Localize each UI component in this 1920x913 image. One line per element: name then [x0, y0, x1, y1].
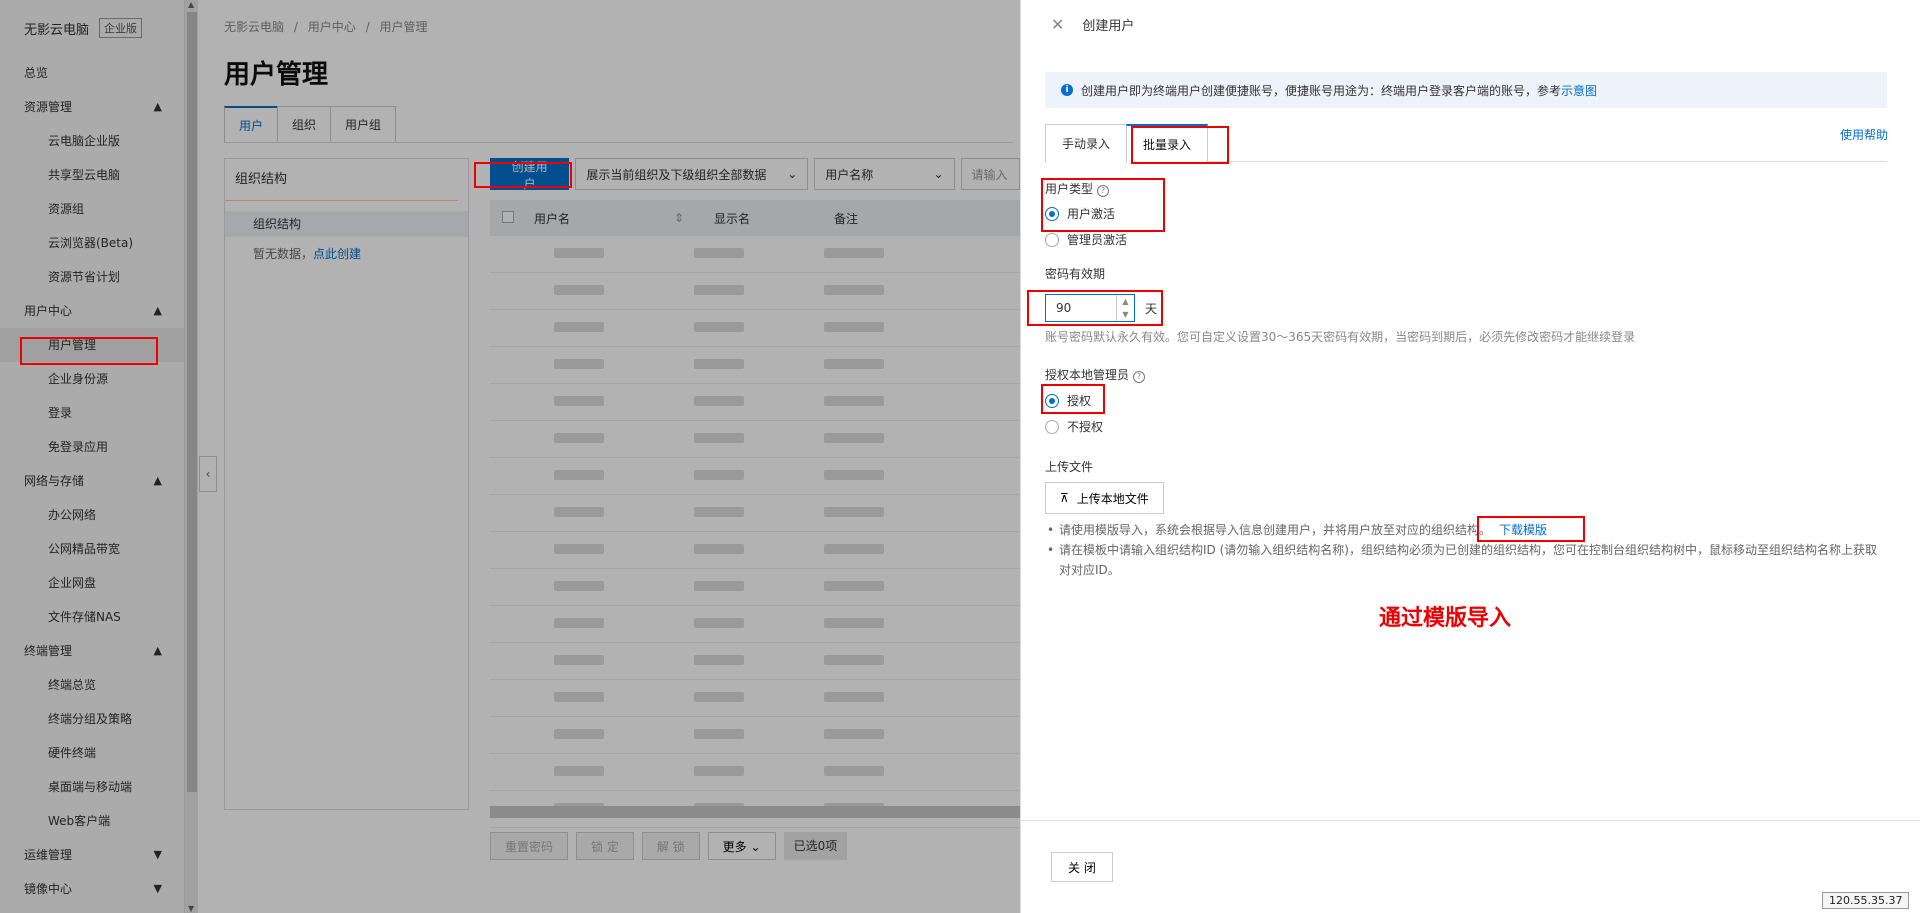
- radio-no-grant[interactable]: 不授权: [1045, 418, 1103, 435]
- ip-address-tag: 120.55.35.37: [1822, 892, 1910, 909]
- create-user-drawer: ✕ 创建用户 i 创建用户即为终端用户创建便捷账号，便捷账号用途为：终端用户登录…: [1020, 0, 1920, 913]
- help-link[interactable]: 使用帮助: [1840, 126, 1888, 143]
- radio-unchecked-icon: [1045, 419, 1059, 434]
- radio-admin-activate[interactable]: 管理员激活: [1045, 231, 1127, 248]
- annotation-box: [1027, 290, 1163, 326]
- upload-icon: ⊼: [1060, 491, 1069, 505]
- radio-label: 不授权: [1067, 420, 1104, 434]
- radio-unchecked-icon: [1045, 232, 1059, 247]
- tab-manual-entry[interactable]: 手动录入: [1045, 124, 1128, 162]
- upload-note-2: 请在模板中请输入组织结构ID (请勿输入组织结构名称)，组织结构必须为已创建的组…: [1045, 540, 1887, 580]
- annotation-box: [474, 162, 572, 188]
- pw-hint: 账号密码默认永久有效。您可自定义设置30～365天密码有效期，当密码到期后，必须…: [1045, 330, 1636, 344]
- drawer-title: 创建用户: [1082, 18, 1135, 34]
- upload-note-1: 请使用模版导入，系统会根据导入信息创建用户，并将用户放至对应的组织结构。下载模版: [1045, 520, 1887, 540]
- local-admin-label: 授权本地管理员?: [1045, 366, 1146, 383]
- modal-overlay[interactable]: [0, 0, 1020, 913]
- local-admin-text: 授权本地管理员: [1045, 368, 1130, 382]
- annotation-box: [1477, 516, 1585, 542]
- close-button[interactable]: 关 闭: [1051, 852, 1113, 882]
- info-text: 创建用户即为终端用户创建便捷账号，便捷账号用途为：终端用户登录客户端的账号，参考: [1081, 83, 1562, 98]
- annotation-box: [1041, 178, 1165, 232]
- pw-expiry-label: 密码有效期: [1045, 267, 1106, 281]
- drawer-header: ✕ 创建用户: [1021, 0, 1920, 48]
- close-icon[interactable]: ✕: [1051, 15, 1064, 34]
- upload-file-button[interactable]: ⊼ 上传本地文件: [1045, 482, 1164, 514]
- drawer-footer-divider: [1021, 820, 1920, 821]
- info-icon: i: [1061, 84, 1073, 96]
- help-icon[interactable]: ?: [1133, 371, 1146, 383]
- upload-label-text: 上传本地文件: [1076, 491, 1149, 506]
- annotation-text: 通过模版导入: [1379, 606, 1512, 631]
- annotation-box: [1041, 384, 1105, 414]
- diagram-link[interactable]: 示意图: [1561, 82, 1597, 99]
- info-alert: i 创建用户即为终端用户创建便捷账号，便捷账号用途为：终端用户登录客户端的账号，…: [1045, 72, 1887, 108]
- upload-label: 上传文件: [1045, 460, 1094, 474]
- annotation-box: [20, 337, 158, 365]
- note-text: 请使用模版导入，系统会根据导入信息创建用户，并将用户放至对应的组织结构。: [1059, 523, 1492, 537]
- annotation-box: [1131, 126, 1229, 164]
- radio-label: 管理员激活: [1067, 233, 1128, 247]
